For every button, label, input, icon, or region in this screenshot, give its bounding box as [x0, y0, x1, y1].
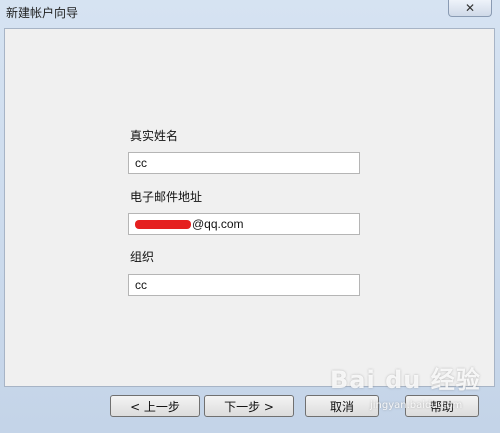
- close-button[interactable]: ✕: [448, 0, 492, 17]
- title-bar[interactable]: 新建帐户向导 ✕: [0, 0, 500, 26]
- email-field[interactable]: @qq.com: [128, 213, 360, 235]
- organization-field[interactable]: cc: [128, 274, 360, 296]
- real-name-field[interactable]: cc: [128, 152, 360, 174]
- real-name-label: 真实姓名: [130, 129, 179, 143]
- help-button[interactable]: 帮助: [405, 395, 479, 417]
- real-name-value: cc: [135, 156, 147, 170]
- email-value: @qq.com: [192, 217, 244, 231]
- email-label: 电子邮件地址: [130, 190, 203, 204]
- organization-value: cc: [135, 278, 147, 292]
- redaction-mark: [135, 220, 191, 230]
- close-icon: ✕: [464, 1, 476, 15]
- prev-button[interactable]: < 上一步: [110, 395, 200, 417]
- cancel-button[interactable]: 取消: [305, 395, 379, 417]
- wizard-window: 新建帐户向导 ✕ 真实姓名 cc 电子邮件地址 @qq.com 组织 cc < …: [0, 0, 500, 433]
- next-button[interactable]: 下一步 >: [204, 395, 294, 417]
- wizard-content: [4, 28, 495, 387]
- window-title: 新建帐户向导: [6, 6, 79, 20]
- organization-label: 组织: [130, 250, 155, 264]
